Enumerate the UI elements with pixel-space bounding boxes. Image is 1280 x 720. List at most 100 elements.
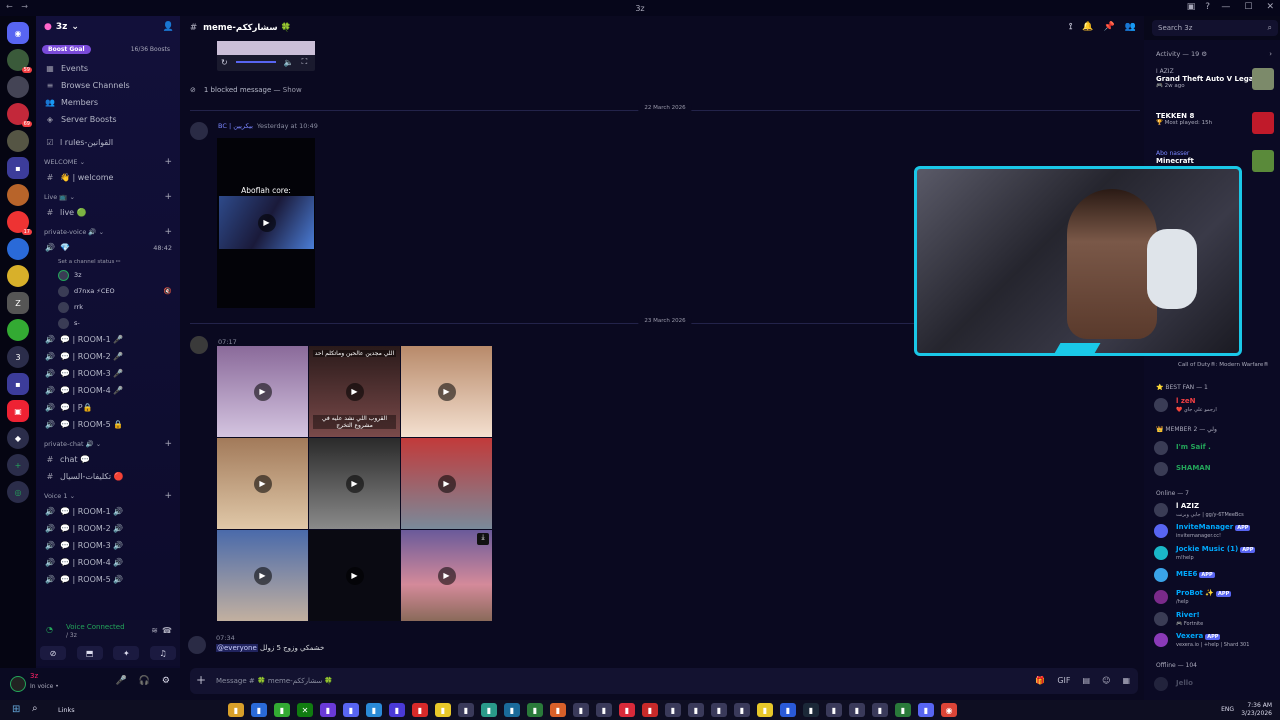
pin-icon[interactable]: 📌 bbox=[1104, 22, 1115, 32]
app-icon[interactable]: ▮ bbox=[504, 703, 520, 717]
soundboard-button[interactable]: ♫ bbox=[149, 646, 176, 660]
member-item[interactable]: InviteManager APP invitemanager.cc! bbox=[1154, 521, 1278, 541]
member-item[interactable]: Jello bbox=[1154, 674, 1278, 694]
app-icon[interactable]: ▮ bbox=[320, 703, 336, 717]
channel-welcome[interactable]: # 👋 | welcome bbox=[36, 169, 180, 186]
nav-server-boosts[interactable]: ◈ Server Boosts bbox=[36, 111, 180, 128]
play-icon[interactable]: ▶ bbox=[253, 382, 272, 401]
play-icon[interactable]: ▶ bbox=[345, 566, 364, 585]
channel-voice-room[interactable]: 🔊 💬 | ROOM-1 🔊 bbox=[36, 503, 180, 520]
app-icon[interactable]: ▮ bbox=[872, 703, 888, 717]
category-private-voice[interactable]: private-voice 🔊 ⌄ + bbox=[36, 225, 180, 239]
media-item[interactable]: ▶ bbox=[309, 530, 400, 621]
play-icon[interactable]: ▶ bbox=[437, 382, 456, 401]
server-icon[interactable]: 69 bbox=[7, 103, 32, 127]
play-icon[interactable]: ▶ bbox=[345, 382, 364, 401]
member-item[interactable]: MEE6 APP bbox=[1154, 565, 1278, 585]
channel-voice-room[interactable]: 🔊 💬 | ROOM-5 🔊 bbox=[36, 571, 180, 588]
channel-room[interactable]: 🔊 💬 | ROOM-3 🎤 bbox=[36, 365, 180, 382]
steam-icon[interactable]: ▮ bbox=[803, 703, 819, 717]
avatar[interactable] bbox=[188, 636, 206, 654]
channel-voice-room[interactable]: 🔊 💬 | ROOM-4 🔊 bbox=[36, 554, 180, 571]
channel-live[interactable]: # live 🟢 bbox=[36, 204, 180, 221]
server-icon[interactable] bbox=[7, 238, 29, 260]
volume-icon[interactable]: 🔈 bbox=[284, 58, 294, 67]
chevron-right-icon[interactable]: › bbox=[1269, 50, 1272, 58]
channel-room[interactable]: 🔊 💬 | ROOM-1 🎤 bbox=[36, 331, 180, 348]
server-icon[interactable] bbox=[7, 319, 29, 341]
member-item[interactable]: SHAMAN bbox=[1154, 459, 1278, 479]
server-icon[interactable] bbox=[7, 76, 29, 98]
server-icon[interactable]: Z bbox=[7, 292, 29, 314]
voice-user[interactable]: s- bbox=[36, 315, 180, 331]
member-item[interactable]: River! 🎮 Fortnite bbox=[1154, 609, 1278, 629]
app-icon[interactable]: ▮ bbox=[688, 703, 704, 717]
activity-item[interactable]: TEKKEN 8 🏆 Most played: 15h bbox=[1156, 112, 1276, 142]
channel-room[interactable]: 🔊 💬 | ROOM-5 🔒 bbox=[36, 416, 180, 433]
channel-chat[interactable]: # تكليفات-السيال 🔴 bbox=[36, 468, 180, 485]
threads-icon[interactable]: ⟟ bbox=[1069, 22, 1072, 32]
category-welcome[interactable]: WELCOME ⌄ + bbox=[36, 155, 180, 169]
app-icon[interactable]: ▮ bbox=[596, 703, 612, 717]
activities-button[interactable]: ✦ bbox=[113, 646, 140, 660]
discord-taskbar-icon[interactable]: ▮ bbox=[918, 703, 934, 717]
gif-icon[interactable]: GIF bbox=[1057, 676, 1070, 685]
xbox-icon[interactable]: ✕ bbox=[297, 703, 313, 717]
media-item[interactable]: ▶ bbox=[217, 438, 308, 529]
app-icon[interactable]: ▮ bbox=[389, 703, 405, 717]
discover-icon[interactable]: ◎ bbox=[7, 481, 29, 503]
play-icon[interactable]: ▶ bbox=[253, 566, 272, 585]
emoji-icon[interactable]: ☺ bbox=[1102, 676, 1110, 685]
minimize-button[interactable]: — bbox=[1221, 2, 1230, 12]
audio-player[interactable]: ↻ 🔈 ⛶ bbox=[217, 41, 315, 71]
taskbar-links[interactable]: Links bbox=[58, 706, 75, 714]
server-header[interactable]: ● 3z ⌄ 👤 bbox=[36, 16, 180, 38]
app-icon[interactable]: ▮ bbox=[642, 703, 658, 717]
add-user-icon[interactable]: 👤 bbox=[163, 22, 174, 32]
help-icon[interactable]: ? bbox=[1205, 2, 1210, 12]
activity-item[interactable]: ا AZIZ Grand Theft Auto V Legacy 🎮 2w ag… bbox=[1156, 68, 1276, 98]
server-icon[interactable]: ▣ bbox=[7, 400, 29, 422]
channel-voice-room[interactable]: 🔊 💬 | ROOM-2 🔊 bbox=[36, 520, 180, 537]
voice-user[interactable]: rrk bbox=[36, 299, 180, 315]
app-icon[interactable]: ▮ bbox=[573, 703, 589, 717]
media-item[interactable]: ▶ bbox=[309, 438, 400, 529]
media-item[interactable]: ▶ bbox=[401, 438, 492, 529]
channel-voice-room[interactable]: 🔊 💬 | ROOM-3 🔊 bbox=[36, 537, 180, 554]
member-item[interactable]: ProBot ✨ APP/help bbox=[1154, 587, 1278, 607]
voice-user[interactable]: 3z bbox=[36, 267, 180, 283]
channel-private-voice[interactable]: 🔊 💎 48:42 bbox=[36, 239, 180, 256]
camera-off-button[interactable]: ⊘ bbox=[40, 646, 66, 660]
channel-room[interactable]: 🔊 💬 | P🔒 bbox=[36, 399, 180, 416]
maximize-button[interactable]: ☐ bbox=[1244, 2, 1252, 12]
server-icon[interactable] bbox=[7, 184, 29, 206]
app-icon[interactable]: ▮ bbox=[481, 703, 497, 717]
server-icon[interactable] bbox=[7, 130, 29, 152]
avatar[interactable] bbox=[190, 336, 208, 354]
channel-chat[interactable]: # chat 💬 bbox=[36, 451, 180, 468]
server-icon[interactable]: 59 bbox=[7, 49, 32, 73]
media-item[interactable]: ▶ bbox=[217, 530, 308, 621]
noise-icon[interactable]: ≋ bbox=[151, 626, 158, 635]
chrome-icon[interactable]: ◉ bbox=[941, 703, 957, 717]
channel-room[interactable]: 🔊 💬 | ROOM-4 🎤 bbox=[36, 382, 180, 399]
member-item[interactable]: Vexera APP vexera.io | +help | Shard 301 bbox=[1154, 630, 1278, 650]
attach-plus-icon[interactable]: + bbox=[196, 673, 206, 687]
file-explorer-icon[interactable]: ▮ bbox=[228, 703, 244, 717]
app-icon[interactable]: ▮ bbox=[826, 703, 842, 717]
clock[interactable]: 7:36 AM 3/23/2026 bbox=[1241, 702, 1272, 718]
app-icon[interactable]: ▮ bbox=[527, 703, 543, 717]
channel-status[interactable]: Set a channel status ✏ bbox=[36, 256, 180, 267]
app-icon[interactable]: ▮ bbox=[251, 703, 267, 717]
search-icon[interactable]: ⌕ bbox=[32, 703, 38, 714]
app-icon[interactable]: ▮ bbox=[711, 703, 727, 717]
folder-icon[interactable]: ▪ bbox=[7, 373, 29, 395]
app-icon[interactable]: ▮ bbox=[619, 703, 635, 717]
channel-room[interactable]: 🔊 💬 | ROOM-2 🎤 bbox=[36, 348, 180, 365]
server-icon[interactable] bbox=[7, 265, 29, 287]
app-icon[interactable]: ▮ bbox=[435, 703, 451, 717]
member-list-icon[interactable]: 👥 bbox=[1125, 22, 1136, 32]
app-icon[interactable]: ▮ bbox=[780, 703, 796, 717]
app-icon[interactable]: ▮ bbox=[550, 703, 566, 717]
channel-rules[interactable]: ☑ ا rules-القوانين bbox=[36, 134, 180, 151]
